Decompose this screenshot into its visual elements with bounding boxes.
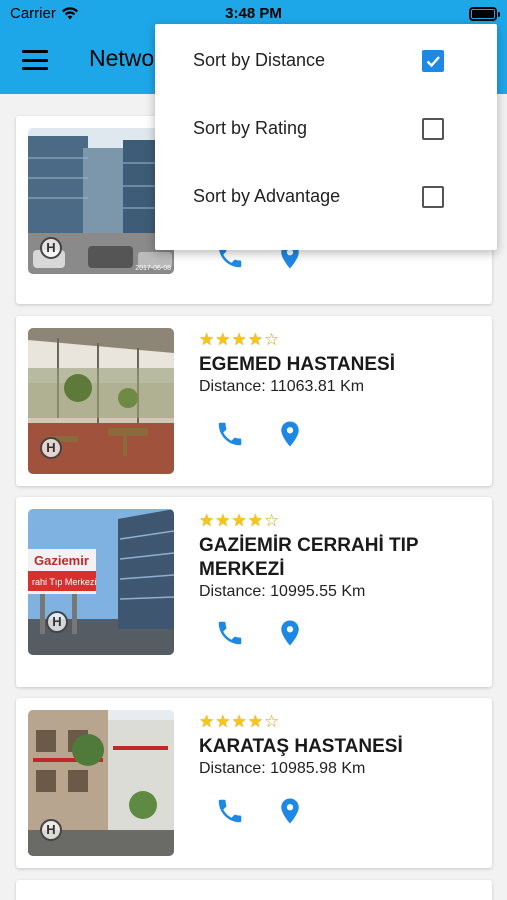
star-filled-icon: ★ (247, 712, 263, 731)
checkmark-icon (426, 56, 440, 68)
card-actions (214, 617, 306, 649)
phone-icon[interactable] (214, 617, 246, 649)
hospital-badge-icon: H (46, 611, 68, 633)
hospital-name: GAZİEMİR CERRAHİ TIP MERKEZİ (199, 535, 419, 580)
rating-stars: ★ ★ ★ ★ ☆ (199, 330, 482, 350)
sort-option-label: Sort by Advantage (193, 186, 341, 206)
card-info: ★ ★ ★ ★ ☆ GAZİEMİR CERRAHİ TIP MERKEZİ Dista… (199, 511, 482, 602)
hospital-badge-icon: H (40, 237, 62, 259)
hospital-card[interactable] (16, 880, 492, 900)
star-filled-icon: ★ (247, 330, 263, 349)
svg-text:rahi Tıp Merkezi: rahi Tıp Merkezi (32, 577, 96, 587)
sort-option-label: Sort by Distance (193, 50, 326, 70)
hospital-card[interactable]: Gaziemir rahi Tıp Merkezi H ★ ★ ★ ★ ☆ GAZİEM… (16, 497, 492, 687)
hospital-name: KARATAŞ HASTANESİ (199, 736, 403, 757)
star-filled-icon: ★ (199, 712, 215, 731)
photo-stamp: 2017-06-08 (135, 265, 171, 272)
hospital-card[interactable]: H ★ ★ ★ ★ ☆ EGEMED HASTANESİ Distance: 11063… (16, 316, 492, 486)
star-empty-icon: ☆ (264, 330, 280, 349)
hospital-distance: Distance: 10985.98 Km (199, 760, 366, 777)
sort-option-label: Sort by Rating (193, 118, 308, 138)
clock: 3:48 PM (225, 5, 282, 22)
phone-icon[interactable] (214, 418, 246, 450)
star-empty-icon: ☆ (264, 511, 280, 530)
star-filled-icon: ★ (215, 712, 231, 731)
hospital-photo: H 2017-06-08 (28, 128, 174, 274)
hospital-photo: Gaziemir rahi Tıp Merkezi H (28, 509, 174, 655)
star-filled-icon: ★ (215, 330, 231, 349)
hospital-distance: Distance: 11063.81 Km (199, 378, 365, 395)
star-filled-icon: ★ (199, 511, 215, 530)
hospital-photo: H (28, 328, 174, 474)
card-info: ★ ★ ★ ★ ☆ EGEMED HASTANESİ Distance: 11063.8… (199, 330, 482, 397)
sort-by-rating-checkbox[interactable] (422, 118, 444, 140)
sort-by-advantage-option[interactable]: Sort by Advantage (155, 162, 497, 230)
map-pin-icon[interactable] (274, 617, 306, 649)
sort-menu: Sort by Distance Sort by Rating Sort by … (155, 24, 497, 250)
star-filled-icon: ★ (247, 511, 263, 530)
card-actions (214, 795, 306, 827)
svg-text:Gaziemir: Gaziemir (34, 553, 89, 568)
hospital-distance: Distance: 10995.55 Km (199, 583, 366, 600)
star-filled-icon: ★ (231, 511, 247, 530)
map-pin-icon[interactable] (274, 795, 306, 827)
sort-by-distance-checkbox[interactable] (422, 50, 444, 72)
sort-by-distance-option[interactable]: Sort by Distance (155, 26, 497, 94)
sort-by-rating-option[interactable]: Sort by Rating (155, 94, 497, 162)
rating-stars: ★ ★ ★ ★ ☆ (199, 511, 482, 531)
battery-icon (469, 7, 500, 21)
star-filled-icon: ★ (231, 330, 247, 349)
star-empty-icon: ☆ (264, 712, 280, 731)
star-filled-icon: ★ (215, 511, 231, 530)
hospital-badge-icon: H (40, 819, 62, 841)
map-pin-icon[interactable] (274, 418, 306, 450)
hamburger-menu-icon[interactable] (22, 50, 48, 70)
hospital-card[interactable]: H ★ ★ ★ ★ ☆ KARATAŞ HASTANESİ Distance: 1098… (16, 698, 492, 868)
star-filled-icon: ★ (199, 330, 215, 349)
hospital-photo: H (28, 710, 174, 856)
card-info: ★ ★ ★ ★ ☆ KARATAŞ HASTANESİ Distance: 10985.… (199, 712, 482, 779)
star-filled-icon: ★ (231, 712, 247, 731)
rating-stars: ★ ★ ★ ★ ☆ (199, 712, 482, 732)
hospital-name: EGEMED HASTANESİ (199, 354, 396, 375)
hospital-badge-icon: H (40, 437, 62, 459)
sort-by-advantage-checkbox[interactable] (422, 186, 444, 208)
phone-icon[interactable] (214, 795, 246, 827)
card-actions (214, 418, 306, 450)
